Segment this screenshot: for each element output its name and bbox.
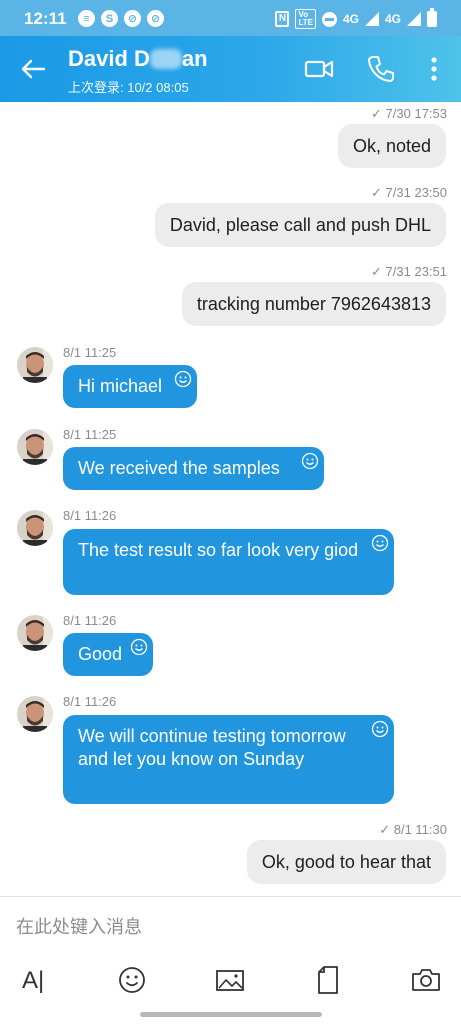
message-meta: ✓ 8/1 11:30 — [379, 822, 447, 837]
message-bubble-outgoing[interactable]: Ok, good to hear that — [246, 840, 446, 884]
message-meta: ✓ 7/30 17:53 — [371, 106, 447, 121]
app-notification-icon: ⊘ — [124, 10, 141, 27]
message-bubble-outgoing[interactable]: Ok, noted — [337, 124, 446, 168]
name-blur — [149, 49, 182, 69]
message-bubble-incoming[interactable]: We will continue testing tomorrow and le… — [63, 715, 394, 804]
read-check-icon: ✓ — [379, 822, 394, 837]
avatar[interactable] — [17, 696, 53, 732]
image-icon[interactable] — [213, 963, 247, 997]
network-type-label-2: 4G — [384, 12, 401, 26]
message-bubble-incoming[interactable]: Hi michael — [63, 365, 197, 408]
nfc-icon: N — [275, 11, 290, 27]
status-bar: 12:11 ≡ S ⊘ ⊘ N Vo LTE 4G 4G — [0, 0, 461, 36]
read-check-icon: ✓ — [371, 106, 386, 121]
message-list[interactable]: ✓ 7/30 17:53 Ok, noted ✓ 7/31 23:50 Davi… — [0, 102, 461, 896]
message-notification-icon: ≡ — [78, 10, 95, 27]
add-reaction-icon[interactable] — [371, 534, 389, 552]
avatar[interactable] — [17, 429, 53, 465]
battery-icon — [427, 8, 437, 27]
camera-icon[interactable] — [409, 963, 443, 997]
emoji-icon[interactable] — [115, 963, 149, 997]
message-meta: 8/1 11:26 — [63, 694, 117, 709]
phone-call-icon[interactable] — [364, 52, 398, 86]
message-meta: ✓ 7/31 23:50 — [371, 185, 447, 200]
do-not-disturb-icon — [321, 11, 337, 27]
app-notification-icon-2: ⊘ — [147, 10, 164, 27]
volte-icon: Vo LTE — [295, 9, 316, 29]
message-input[interactable] — [0, 897, 461, 957]
message-meta: ✓ 7/31 23:51 — [371, 264, 447, 279]
video-call-icon[interactable] — [302, 52, 336, 86]
avatar[interactable] — [17, 510, 53, 546]
last-seen: 上次登录: 10/2 08:05 — [68, 80, 189, 95]
message-meta: 8/1 11:25 — [63, 427, 117, 442]
add-reaction-icon[interactable] — [371, 720, 389, 738]
message-bubble-incoming[interactable]: Good — [63, 633, 153, 676]
text-format-button[interactable]: A| — [22, 967, 44, 995]
compose-toolbar: A| — [0, 957, 461, 1005]
back-arrow-icon[interactable] — [16, 52, 50, 86]
signal-icon — [364, 12, 379, 26]
message-bubble-outgoing[interactable]: tracking number 7962643813 — [181, 282, 446, 326]
more-options-icon[interactable] — [417, 52, 451, 86]
status-time: 12:11 — [24, 9, 67, 28]
message-bubble-incoming[interactable]: We received the samples — [63, 447, 324, 490]
skype-notification-icon: S — [101, 10, 118, 27]
signal-icon-2 — [407, 12, 421, 26]
message-bubble-incoming[interactable]: The test result so far look very giod — [63, 529, 394, 595]
network-type-label: 4G — [342, 12, 359, 26]
message-meta: 8/1 11:25 — [63, 345, 117, 360]
message-meta: 8/1 11:26 — [63, 508, 117, 523]
message-bubble-outgoing[interactable]: David, please call and push DHL — [154, 203, 446, 247]
chat-header: David Dan 上次登录: 10/2 08:05 — [0, 36, 461, 102]
read-check-icon: ✓ — [371, 185, 386, 200]
file-icon[interactable] — [311, 963, 345, 997]
avatar[interactable] — [17, 615, 53, 651]
contact-name[interactable]: David Dan — [68, 46, 208, 72]
add-reaction-icon[interactable] — [174, 370, 192, 388]
add-reaction-icon[interactable] — [301, 452, 319, 470]
home-indicator[interactable] — [140, 1012, 322, 1017]
add-reaction-icon[interactable] — [130, 638, 148, 656]
message-meta: 8/1 11:26 — [63, 613, 117, 628]
system-icons: N Vo LTE 4G 4G — [275, 8, 437, 29]
avatar[interactable] — [17, 347, 53, 383]
read-check-icon: ✓ — [371, 264, 386, 279]
notification-icons: ≡ S ⊘ ⊘ — [78, 10, 164, 27]
